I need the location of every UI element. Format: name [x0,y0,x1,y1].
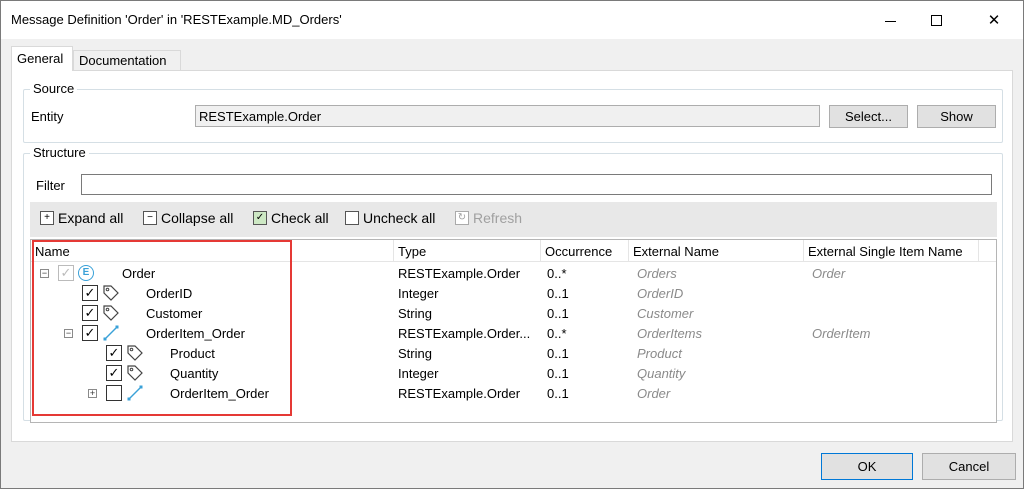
row-type: String [398,306,432,321]
structure-toolbar: + Expand all − Collapse all ✓ Check all … [30,202,997,237]
title-bar: Message Definition 'Order' in 'RESTExamp… [1,1,1023,39]
association-icon [103,325,119,341]
tab-general[interactable]: General [11,46,73,71]
uncheck-all-label: Uncheck all [363,210,436,226]
refresh-label: Refresh [473,210,523,226]
row-external-name: Product [637,346,682,361]
row-type: String [398,346,432,361]
row-occurrence: 0..1 [547,306,569,321]
refresh-button[interactable]: ↻ Refresh [455,210,522,226]
row-occurrence: 0..1 [547,346,569,361]
row-occurrence: 0..1 [547,366,569,381]
entity-label: Entity [31,109,64,124]
tree-row[interactable]: ✓ Customer String 0..1 Customer [31,304,996,324]
association-icon [127,385,143,401]
filter-label: Filter [36,178,65,193]
row-checkbox[interactable]: ✓ [106,365,122,381]
expand-all-button[interactable]: + Expand all [40,210,123,226]
entity-field: RESTExample.Order [195,105,820,127]
expand-expander-icon[interactable]: + [88,389,97,398]
row-external-name: OrderItems [637,326,703,341]
row-name: Customer [146,306,203,321]
close-icon: ✕ [987,12,1001,29]
row-type: RESTExample.Order [398,266,521,281]
row-external-name: Order [637,386,671,401]
row-type: Integer [398,366,439,381]
row-type: RESTExample.Order [398,386,521,401]
row-occurrence: 0..* [547,266,567,281]
cancel-button[interactable]: Cancel [922,453,1016,480]
row-checkbox[interactable] [106,385,122,401]
tree-row[interactable]: − ✓ OrderItem_Order RESTExample.Order...… [31,324,996,344]
row-checkbox[interactable]: ✓ [82,305,98,321]
refresh-icon: ↻ [455,211,469,225]
tree-row[interactable]: ✓ OrderID Integer 0..1 OrderID [31,284,996,304]
check-all-label: Check all [271,210,329,226]
structure-legend: Structure [30,145,89,160]
tree-row[interactable]: − ✓ E Order RESTExample.Order 0..* Order… [31,264,996,284]
general-tab-panel: Source Entity RESTExample.Order Select..… [11,70,1013,442]
check-all-icon: ✓ [253,211,267,225]
attribute-tag-icon [103,285,119,301]
row-external-name: Customer [637,306,694,321]
row-name: Order [122,266,156,281]
expand-all-label: Expand all [58,210,124,226]
check-all-button[interactable]: ✓ Check all [253,210,329,226]
col-header-external-name[interactable]: External Name [629,240,804,262]
collapse-expander-icon[interactable]: − [40,269,49,278]
row-external-single: Order [812,266,846,281]
uncheck-all-button[interactable]: Uncheck all [345,210,435,226]
row-name: OrderItem_Order [146,326,245,341]
select-button[interactable]: Select... [829,105,908,128]
entity-icon: E [78,265,94,281]
row-external-name: OrderID [637,286,684,301]
row-occurrence: 0..1 [547,386,569,401]
collapse-all-label: Collapse all [161,210,234,226]
col-header-type[interactable]: Type [394,240,541,262]
col-header-external-single[interactable]: External Single Item Name [804,240,979,262]
attribute-tag-icon [127,365,143,381]
expand-all-icon: + [40,211,54,225]
collapse-expander-icon[interactable]: − [64,329,73,338]
col-header-occurrence[interactable]: Occurrence [541,240,629,262]
tree-row[interactable]: ✓ Product String 0..1 Product [31,344,996,364]
show-button[interactable]: Show [917,105,996,128]
collapse-all-button[interactable]: − Collapse all [143,210,233,226]
close-button[interactable]: ✕ [971,1,1017,39]
dialog-window: Message Definition 'Order' in 'RESTExamp… [0,0,1024,489]
tree-row[interactable]: ✓ Quantity Integer 0..1 Quantity [31,364,996,384]
attribute-tag-icon [127,345,143,361]
tab-documentation[interactable]: Documentation [73,50,181,71]
row-occurrence: 0..* [547,326,567,341]
row-external-name: Quantity [637,366,686,381]
maximize-button[interactable] [913,1,959,39]
attribute-tag-icon [103,305,119,321]
row-external-name: Orders [637,266,677,281]
source-legend: Source [30,81,78,96]
row-name: Quantity [170,366,219,381]
row-checkbox[interactable]: ✓ [106,345,122,361]
filter-input[interactable] [81,174,992,195]
collapse-all-icon: − [143,211,157,225]
minimize-button[interactable] [867,1,913,39]
uncheck-all-icon [345,211,359,225]
row-name: Product [170,346,215,361]
row-external-single: OrderItem [812,326,871,341]
grid-header: Name Type Occurrence External Name Exter… [31,240,996,262]
ok-button[interactable]: OK [821,453,913,480]
row-checkbox[interactable]: ✓ [82,285,98,301]
window-title: Message Definition 'Order' in 'RESTExamp… [11,12,342,27]
row-type: RESTExample.Order... [398,326,531,341]
row-type: Integer [398,286,439,301]
row-occurrence: 0..1 [547,286,569,301]
tree-row[interactable]: + OrderItem_Order RESTExample.Order 0..1… [31,384,996,404]
row-name: OrderItem_Order [170,386,269,401]
minimize-icon [884,20,896,22]
row-name: OrderID [146,286,193,301]
maximize-icon [930,14,942,26]
row-checkbox[interactable]: ✓ [58,265,74,281]
row-checkbox[interactable]: ✓ [82,325,98,341]
col-header-name[interactable]: Name [31,240,394,262]
structure-tree-grid: Name Type Occurrence External Name Exter… [30,239,997,423]
